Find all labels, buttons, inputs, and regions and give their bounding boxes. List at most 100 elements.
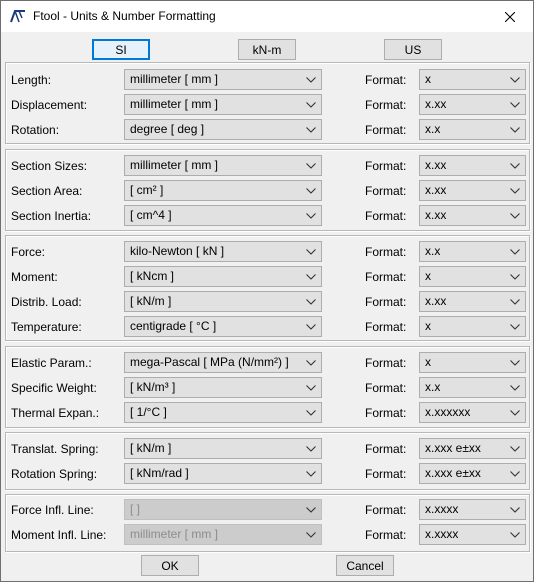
unit-select-value: mega-Pascal [ MPa (N/mm²) ] <box>130 355 289 369</box>
title-bar: Ftool - Units & Number Formatting <box>1 1 533 32</box>
distrib-load-format-select[interactable]: x.xx <box>419 291 526 312</box>
temperature-format-select[interactable]: x <box>419 316 526 337</box>
format-select-value: x.x <box>425 380 441 394</box>
elastic-param-label: Elastic Param.: <box>11 356 92 370</box>
format-select-value: x.x <box>425 122 441 136</box>
force-unit-select[interactable]: kilo-Newton [ kN ] <box>124 241 322 262</box>
chevron-down-icon <box>510 163 520 169</box>
length-format-select[interactable]: x <box>419 69 526 90</box>
format-select-value: x <box>425 319 431 333</box>
section-inertia-unit-select[interactable]: [ cm^4 ] <box>124 205 322 226</box>
length-format-label: Format: <box>365 73 407 87</box>
unit-select-value: kilo-Newton [ kN ] <box>130 244 225 258</box>
force-infl-line-format-select[interactable]: x.xxxx <box>419 499 526 520</box>
window-title: Ftool - Units & Number Formatting <box>33 9 216 23</box>
elastic-param-format-label: Format: <box>365 356 407 370</box>
chevron-down-icon <box>510 360 520 366</box>
section-area-label: Section Area: <box>11 184 83 198</box>
distrib-load-unit-select[interactable]: [ kN/m ] <box>124 291 322 312</box>
si-button[interactable]: SI <box>92 39 150 60</box>
displacement-format-select[interactable]: x.xx <box>419 94 526 115</box>
elastic-param-unit-select[interactable]: mega-Pascal [ MPa (N/mm²) ] <box>124 352 322 373</box>
chevron-down-icon <box>510 188 520 194</box>
chevron-down-icon <box>510 532 520 538</box>
chevron-down-icon <box>510 274 520 280</box>
section-area-format-select[interactable]: x.xx <box>419 180 526 201</box>
force-format-select[interactable]: x.x <box>419 241 526 262</box>
rotation-spring-unit-select[interactable]: [ kNm/rad ] <box>124 463 322 484</box>
close-icon <box>505 11 515 22</box>
force-infl-line-unit-select: [ ] <box>124 499 322 520</box>
length-unit-select[interactable]: millimeter [ mm ] <box>124 69 322 90</box>
thermal-expan-format-label: Format: <box>365 406 407 420</box>
moment-infl-line-label: Moment Infl. Line: <box>11 528 107 542</box>
ftool-app-icon <box>10 10 25 23</box>
format-select-value: x <box>425 72 431 86</box>
specific-weight-unit-select[interactable]: [ kN/m³ ] <box>124 377 322 398</box>
rotation-unit-select[interactable]: degree [ deg ] <box>124 119 322 140</box>
unit-select-value: [ ] <box>130 502 141 516</box>
format-select-value: x.x <box>425 244 441 258</box>
format-select-value: x.xxx e±xx <box>425 441 481 455</box>
format-select-value: x.xxx e±xx <box>425 466 481 480</box>
chevron-down-icon <box>306 299 316 305</box>
moment-label: Moment: <box>11 270 58 284</box>
format-select-value: x <box>425 355 431 369</box>
unit-select-value: [ kNm/rad ] <box>130 466 189 480</box>
section-sizes-unit-select[interactable]: millimeter [ mm ] <box>124 155 322 176</box>
close-button[interactable] <box>487 1 533 32</box>
thermal-expan-label: Thermal Expan.: <box>11 406 100 420</box>
unit-select-value: [ cm^4 ] <box>130 208 172 222</box>
chevron-down-icon <box>306 385 316 391</box>
specific-weight-format-select[interactable]: x.x <box>419 377 526 398</box>
unit-select-value: [ kN/m³ ] <box>130 380 176 394</box>
section-inertia-label: Section Inertia: <box>11 209 92 223</box>
chevron-down-icon <box>306 532 316 538</box>
section-area-unit-select[interactable]: [ cm² ] <box>124 180 322 201</box>
chevron-down-icon <box>510 446 520 452</box>
chevron-down-icon <box>510 213 520 219</box>
rotation-spring-format-select[interactable]: x.xxx e±xx <box>419 463 526 484</box>
moment-format-label: Format: <box>365 270 407 284</box>
temperature-unit-select[interactable]: centigrade [ °C ] <box>124 316 322 337</box>
elastic-param-format-select[interactable]: x <box>419 352 526 373</box>
ok-button[interactable]: OK <box>141 555 199 576</box>
displacement-unit-select[interactable]: millimeter [ mm ] <box>124 94 322 115</box>
rotation-spring-label: Rotation Spring: <box>11 467 98 481</box>
chevron-down-icon <box>306 446 316 452</box>
section-inertia-format-select[interactable]: x.xx <box>419 205 526 226</box>
moment-infl-line-format-label: Format: <box>365 528 407 542</box>
section-inertia-format-label: Format: <box>365 209 407 223</box>
force-infl-line-format-label: Format: <box>365 503 407 517</box>
unit-select-value: [ kNcm ] <box>130 269 174 283</box>
thermal-expan-format-select[interactable]: x.xxxxxx <box>419 402 526 423</box>
rotation-format-select[interactable]: x.x <box>419 119 526 140</box>
translat-spring-format-select[interactable]: x.xxx e±xx <box>419 438 526 459</box>
temperature-format-label: Format: <box>365 320 407 334</box>
distrib-load-format-label: Format: <box>365 295 407 309</box>
chevron-down-icon <box>306 360 316 366</box>
kn-m-button[interactable]: kN-m <box>238 39 296 60</box>
thermal-expan-unit-select[interactable]: [ 1/°C ] <box>124 402 322 423</box>
format-select-value: x <box>425 269 431 283</box>
format-select-value: x.xx <box>425 294 447 308</box>
specific-weight-label: Specific Weight: <box>11 381 97 395</box>
moment-format-select[interactable]: x <box>419 266 526 287</box>
translat-spring-unit-select[interactable]: [ kN/m ] <box>124 438 322 459</box>
chevron-down-icon <box>306 249 316 255</box>
translat-spring-format-label: Format: <box>365 442 407 456</box>
cancel-button[interactable]: Cancel <box>336 555 394 576</box>
chevron-down-icon <box>510 471 520 477</box>
section-sizes-format-select[interactable]: x.xx <box>419 155 526 176</box>
us-button[interactable]: US <box>384 39 442 60</box>
unit-select-value: millimeter [ mm ] <box>130 97 218 111</box>
format-select-value: x.xx <box>425 208 447 222</box>
format-select-value: x.xxxx <box>425 502 459 516</box>
chevron-down-icon <box>306 410 316 416</box>
chevron-down-icon <box>306 213 316 219</box>
unit-select-value: degree [ deg ] <box>130 122 205 136</box>
section-area-format-label: Format: <box>365 184 407 198</box>
units-format-dialog: Ftool - Units & Number Formatting SI kN-m… <box>0 0 534 582</box>
moment-unit-select[interactable]: [ kNcm ] <box>124 266 322 287</box>
moment-infl-line-format-select[interactable]: x.xxxx <box>419 524 526 545</box>
